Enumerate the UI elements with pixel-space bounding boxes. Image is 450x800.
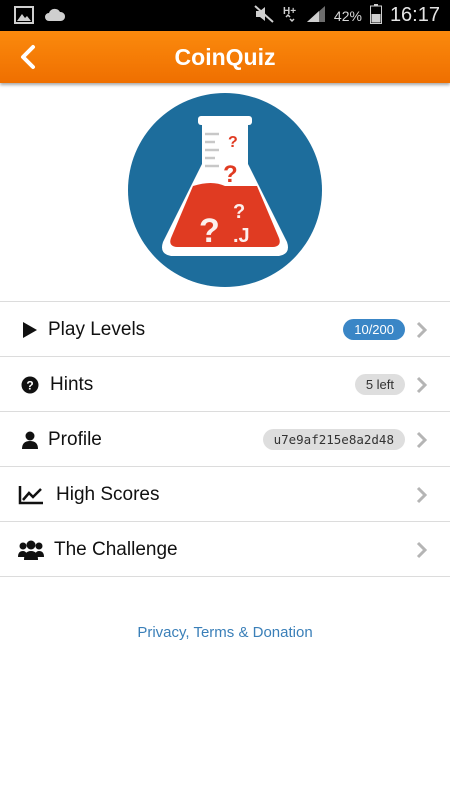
menu-item-label: High Scores <box>56 484 160 505</box>
chevron-right-icon <box>416 486 428 504</box>
mute-icon <box>254 5 274 26</box>
menu-item-profile[interactable]: Profile u7e9af215e8a2d48 <box>0 412 450 467</box>
image-icon <box>14 6 34 29</box>
privacy-terms-donation-link[interactable]: Privacy, Terms & Donation <box>0 624 450 641</box>
levels-badge: 10/200 <box>343 319 405 340</box>
battery-icon <box>369 4 382 27</box>
app-title: CoinQuiz <box>174 44 276 70</box>
svg-text:.J: .J <box>233 225 250 247</box>
hplus-icon: H+ <box>282 4 298 27</box>
profile-id-badge: u7e9af215e8a2d48 <box>262 429 405 450</box>
hints-badge: 5 left <box>354 374 405 395</box>
user-icon <box>18 429 42 451</box>
menu-item-label: Profile <box>48 429 102 450</box>
chevron-right-icon <box>416 376 428 394</box>
menu-item-play-levels[interactable]: Play Levels 10/200 <box>0 302 450 357</box>
main-menu: Play Levels 10/200 ? Hints 5 left Profil… <box>0 301 450 577</box>
question-circle-icon: ? <box>18 374 42 396</box>
svg-text:H+: H+ <box>283 6 296 17</box>
chevron-right-icon <box>416 541 428 559</box>
flask-icon: ? ? ? ? .J <box>128 93 322 287</box>
svg-text:?: ? <box>199 212 220 250</box>
flask-logo: ? ? ? ? .J <box>127 92 323 288</box>
svg-text:?: ? <box>223 161 238 188</box>
svg-text:?: ? <box>228 134 238 151</box>
cloud-icon <box>44 8 66 27</box>
signal-icon <box>306 5 326 26</box>
battery-text: 42% <box>333 7 362 24</box>
play-icon <box>18 319 42 341</box>
menu-item-label: Hints <box>50 374 94 395</box>
chevron-right-icon <box>416 321 428 339</box>
menu-item-hints[interactable]: ? Hints 5 left <box>0 357 450 412</box>
svg-text:?: ? <box>233 201 245 223</box>
line-chart-icon <box>18 484 44 506</box>
menu-item-label: The Challenge <box>54 539 178 560</box>
menu-item-high-scores[interactable]: High Scores <box>0 467 450 522</box>
status-bar: H+ 42% 16:17 <box>0 0 450 31</box>
svg-text:?: ? <box>26 379 33 393</box>
menu-item-label: Play Levels <box>48 319 146 340</box>
app-bar: CoinQuiz <box>0 31 450 83</box>
users-icon <box>18 539 44 561</box>
menu-item-the-challenge[interactable]: The Challenge <box>0 522 450 577</box>
chevron-right-icon <box>416 431 428 449</box>
clock: 16:17 <box>389 4 440 26</box>
